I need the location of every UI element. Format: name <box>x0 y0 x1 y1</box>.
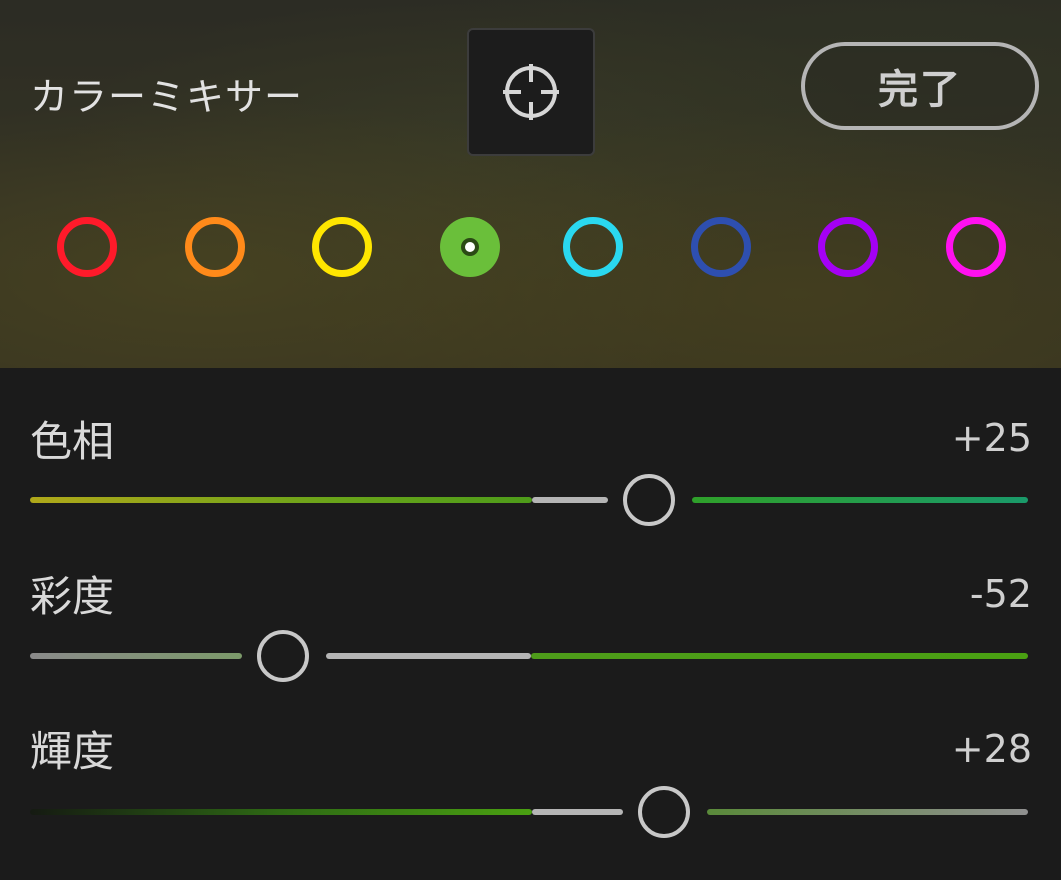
color-swatch-orange[interactable] <box>185 217 245 277</box>
color-swatch-yellow[interactable] <box>312 217 372 277</box>
panel-title: カラーミキサー <box>30 75 304 119</box>
saturation-track-fill[interactable] <box>326 653 531 659</box>
selected-indicator-icon <box>461 238 479 256</box>
saturation-slider-thumb[interactable] <box>257 630 309 682</box>
luminance-track-left[interactable] <box>30 809 532 815</box>
luminance-value[interactable]: +28 <box>952 727 1032 771</box>
crosshair-target-icon <box>503 64 559 120</box>
saturation-value[interactable]: -52 <box>970 572 1032 616</box>
luminance-slider-thumb[interactable] <box>638 786 690 838</box>
hue-value[interactable]: +25 <box>952 416 1032 460</box>
done-button[interactable]: 完了 <box>801 42 1039 130</box>
hue-slider-thumb[interactable] <box>623 474 675 526</box>
color-swatch-purple[interactable] <box>818 217 878 277</box>
targeted-adjustment-button[interactable] <box>467 28 595 156</box>
saturation-label: 彩度 <box>30 572 115 621</box>
color-swatch-aqua[interactable] <box>563 217 623 277</box>
saturation-track-right[interactable] <box>531 653 1028 659</box>
color-swatch-green[interactable] <box>440 217 500 277</box>
luminance-label: 輝度 <box>30 727 115 776</box>
color-swatch-magenta[interactable] <box>946 217 1006 277</box>
hue-track-right[interactable] <box>692 497 1028 503</box>
luminance-track-right[interactable] <box>707 809 1028 815</box>
hue-label: 色相 <box>30 417 115 466</box>
luminance-track-fill[interactable] <box>532 809 623 815</box>
color-swatch-red[interactable] <box>57 217 117 277</box>
color-swatch-blue[interactable] <box>691 217 751 277</box>
saturation-track-left[interactable] <box>30 653 242 659</box>
hue-track-fill[interactable] <box>532 497 608 503</box>
hue-track-left[interactable] <box>30 497 532 503</box>
